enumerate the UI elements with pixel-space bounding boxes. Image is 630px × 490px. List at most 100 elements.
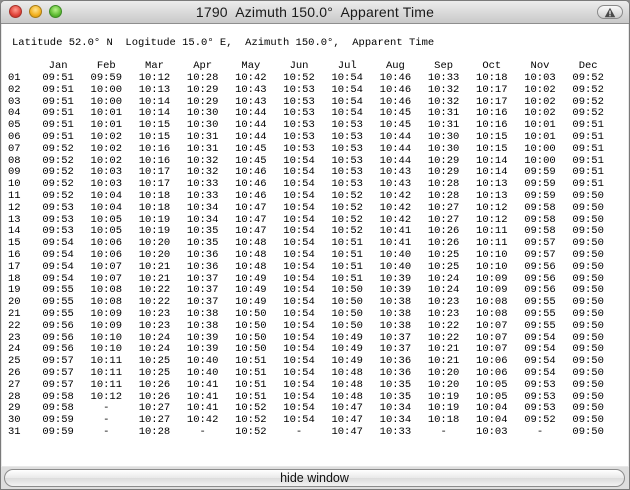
day-number: 07 <box>8 142 21 155</box>
time-cell: 10:15 <box>476 142 508 155</box>
time-cell: 10:30 <box>427 142 460 155</box>
time-cell: 10:54 <box>283 307 315 320</box>
time-cell: 10:04 <box>90 201 123 214</box>
hide-window-button[interactable]: hide window <box>4 469 625 487</box>
time-cell: 09:50 <box>572 189 604 202</box>
time-cell: 10:27 <box>427 201 460 214</box>
time-cell: 10:31 <box>186 142 219 155</box>
time-cell: 10:48 <box>235 260 267 273</box>
time-cell: 10:54 <box>283 366 315 379</box>
day-number: 17 <box>8 260 21 273</box>
time-cell: 10:02 <box>524 83 556 96</box>
time-cell: 10:32 <box>427 83 460 96</box>
time-cell: 10:43 <box>235 83 267 96</box>
time-cell: 10:48 <box>331 378 363 391</box>
time-cell: 09:50 <box>572 260 604 273</box>
time-cell: 10:47 <box>331 425 363 438</box>
time-cell: 10:38 <box>379 307 412 320</box>
time-cell: 10:50 <box>331 307 363 320</box>
time-cell: 09:56 <box>42 319 74 332</box>
time-cell: 09:53 <box>524 378 556 391</box>
time-cell: 10:40 <box>379 260 412 273</box>
time-cell: 10:33 <box>186 189 219 202</box>
day-number: 22 <box>8 319 21 332</box>
time-cell: 10:02 <box>90 142 123 155</box>
time-cell: 10:41 <box>186 378 219 391</box>
time-cell: 10:07 <box>90 260 123 273</box>
time-cell: 10:10 <box>476 260 508 273</box>
time-cell: 10:15 <box>138 130 171 143</box>
time-cell: 10:51 <box>235 366 267 379</box>
time-cell: 09:58 <box>524 201 556 214</box>
time-cell: 10:05 <box>476 378 508 391</box>
time-cell: - <box>536 425 544 438</box>
time-cell: 09:50 <box>572 248 604 261</box>
time-cell: 10:25 <box>427 260 460 273</box>
location-header: Latitude 52.0° N Logitude 15.0° E, Azimu… <box>12 37 435 49</box>
time-cell: 10:22 <box>427 319 460 332</box>
time-cell: 10:20 <box>427 378 460 391</box>
time-cell: 10:25 <box>138 366 171 379</box>
table-row: 31 09:59 - 10:28 - 10:52 - 10:47 10:33 - 10:03 - 09:… <box>6 425 612 439</box>
time-cell: 09:59 <box>42 425 74 438</box>
time-cell: 10:52 <box>331 189 363 202</box>
time-cell: 10:52 <box>235 425 267 438</box>
table-row: 12 09:53 10:04 10:18 10:34 10:47 10:54 10:52 10:… <box>6 201 612 215</box>
time-cell: 10:50 <box>235 307 267 320</box>
table-row: 11 09:52 10:04 10:18 10:33 10:46 10:54 10:52 10:… <box>6 189 612 203</box>
time-cell: 10:29 <box>186 83 219 96</box>
time-cell: 10:34 <box>186 201 219 214</box>
time-cell: 10:50 <box>235 319 267 332</box>
time-cell: 09:50 <box>572 307 604 320</box>
time-cell: 09:51 <box>42 130 74 143</box>
time-cell: 10:23 <box>427 307 460 320</box>
time-cell: 10:54 <box>283 248 315 261</box>
time-cell: 10:28 <box>138 425 171 438</box>
time-cell: 09:56 <box>524 260 556 273</box>
time-cell: 10:23 <box>138 319 171 332</box>
time-cell: 10:40 <box>379 248 412 261</box>
time-cell: 10:53 <box>331 142 363 155</box>
time-cell: 10:03 <box>476 425 508 438</box>
time-cell: 10:53 <box>331 130 363 143</box>
time-cell: 10:33 <box>379 425 412 438</box>
time-cell: - <box>440 425 447 438</box>
warning-icon <box>604 7 616 18</box>
day-number: 31 <box>8 425 21 438</box>
time-cell: 10:36 <box>379 366 412 379</box>
time-cell: 10:13 <box>138 83 171 96</box>
time-cell: 10:46 <box>379 83 412 96</box>
time-cell: 10:50 <box>331 319 363 332</box>
time-cell: 10:18 <box>138 189 171 202</box>
apparent-time-table: Jan Feb Mar Apr May Jun Jul Aug Sep Oct Nov Dec 01 0… <box>6 60 612 439</box>
time-cell: 10:35 <box>379 378 412 391</box>
time-cell: 10:15 <box>476 130 508 143</box>
time-cell: 09:55 <box>524 319 556 332</box>
time-cell: 09:54 <box>42 248 74 261</box>
time-cell: 10:16 <box>138 142 171 155</box>
day-number: 26 <box>8 366 21 379</box>
time-cell: 10:11 <box>90 378 123 391</box>
title-bar[interactable]: 1790 Azimuth 150.0° Apparent Time <box>1 1 629 24</box>
day-number: 06 <box>8 130 21 143</box>
time-cell: 10:06 <box>90 248 123 261</box>
table-row: 27 09:57 10:11 10:26 10:41 10:51 10:54 10:48 10:… <box>6 378 612 392</box>
time-cell: 10:31 <box>186 130 219 143</box>
time-cell: 09:52 <box>572 83 604 96</box>
time-cell: 10:26 <box>138 378 171 391</box>
time-cell: 10:02 <box>90 130 123 143</box>
time-cell: 09:55 <box>42 307 74 320</box>
time-cell: 10:45 <box>235 142 267 155</box>
time-cell: 10:20 <box>427 366 460 379</box>
time-cell: 10:44 <box>235 130 267 143</box>
time-cell: 10:44 <box>379 130 412 143</box>
table-row: 17 09:54 10:07 10:21 10:36 10:48 10:54 10:51 10:… <box>6 260 612 274</box>
time-cell: 10:38 <box>186 307 219 320</box>
time-cell: 10:07 <box>476 319 508 332</box>
time-cell: 10:17 <box>476 83 508 96</box>
time-cell: - <box>295 425 303 438</box>
table-row: 07 09:52 10:02 10:16 10:31 10:45 10:53 10:53 10:… <box>6 142 612 156</box>
time-cell: 10:09 <box>90 319 123 332</box>
time-cell: 10:11 <box>90 366 123 379</box>
toolbar-toggle-button[interactable] <box>597 5 623 19</box>
